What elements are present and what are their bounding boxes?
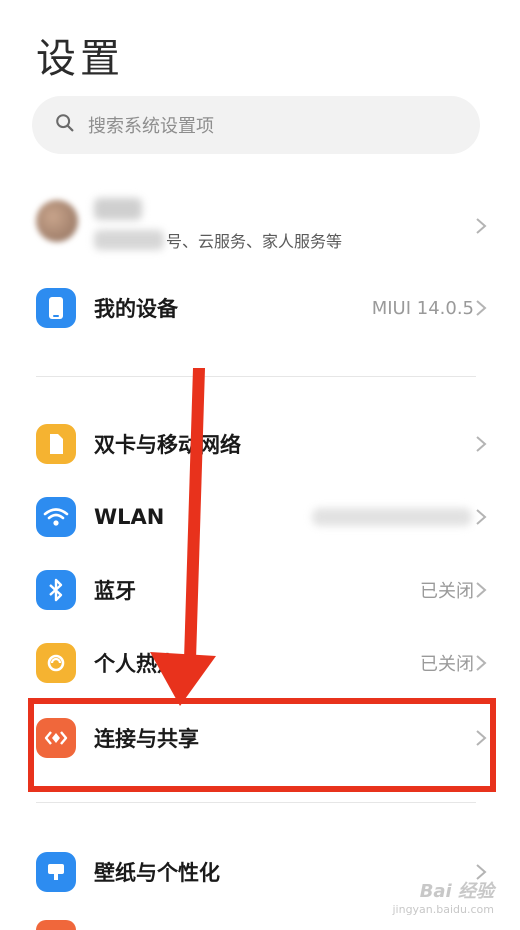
row-wlan[interactable]: WLAN (0, 481, 520, 553)
watermark-line-1: Bai 经验 (419, 881, 494, 902)
wlan-network-blurred (312, 508, 472, 526)
partial-row-icon (36, 920, 76, 930)
watermark-logo: Bai 经验 jingyan.baidu.com (392, 877, 494, 916)
account-name-blurred (94, 198, 142, 220)
hotspot-icon (36, 643, 76, 683)
wallpaper-icon (36, 852, 76, 892)
chevron-right-icon (476, 300, 487, 316)
divider (36, 376, 476, 377)
row-dual-sim[interactable]: 双卡与移动网络 (0, 408, 520, 480)
account-row[interactable]: 号、云服务、家人服务等 (0, 186, 520, 266)
row-value: MIUI 14.0.5 (371, 297, 474, 319)
row-label: 我的设备 (94, 297, 178, 321)
search-placeholder: 搜索系统设置项 (88, 116, 214, 137)
watermark-line-2: jingyan.baidu.com (392, 903, 494, 916)
sim-card-icon (36, 424, 76, 464)
chevron-right-icon (476, 218, 487, 234)
row-value: 已关闭 (420, 581, 474, 602)
search-bar[interactable]: 搜索系统设置项 (32, 96, 480, 154)
row-label: 蓝牙 (94, 579, 136, 603)
bluetooth-icon (36, 570, 76, 610)
page-title: 设置 (36, 36, 124, 82)
chevron-right-icon (476, 655, 487, 671)
row-value: 已关闭 (420, 654, 474, 675)
chevron-right-icon (476, 582, 487, 598)
chevron-right-icon (476, 509, 487, 525)
row-my-device[interactable]: 我的设备 MIUI 14.0.5 (0, 272, 520, 344)
avatar (36, 200, 78, 242)
row-label: 壁纸与个性化 (94, 861, 220, 885)
account-subtitle: 号、云服务、家人服务等 (166, 232, 343, 251)
chevron-right-icon (476, 436, 487, 452)
highlight-box (28, 698, 496, 792)
row-label: WLAN (94, 505, 165, 529)
phone-icon (36, 288, 76, 328)
divider (36, 802, 476, 803)
search-icon (54, 112, 76, 138)
row-label: 个人热点 (94, 652, 178, 676)
row-hotspot[interactable]: 个人热点 已关闭 (0, 627, 520, 699)
account-id-blurred (94, 230, 164, 250)
wifi-icon (36, 497, 76, 537)
row-label: 双卡与移动网络 (94, 433, 241, 457)
row-bluetooth[interactable]: 蓝牙 已关闭 (0, 554, 520, 626)
